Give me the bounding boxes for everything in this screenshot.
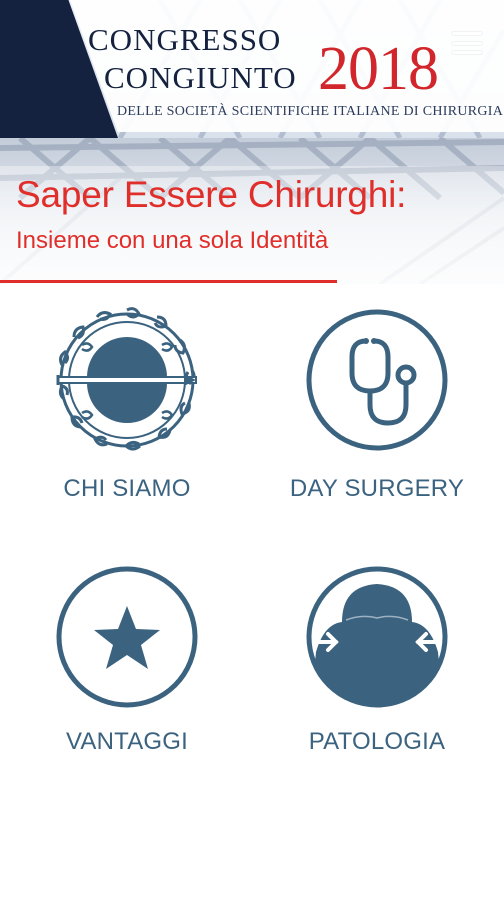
menu-bar — [452, 41, 482, 45]
tile-vantaggi-label: VANTAGGI — [65, 728, 189, 755]
star-icon — [52, 562, 202, 712]
congress-title-line2: CONGIUNTO — [104, 60, 297, 95]
tile-patologia-label: PATOLOGIA — [308, 728, 446, 755]
tile-patologia[interactable]: PATOLOGIA — [254, 562, 484, 782]
red-divider — [0, 280, 337, 283]
menu-bar — [452, 51, 482, 54]
tile-vantaggi[interactable]: VANTAGGI — [4, 562, 234, 782]
tile-chi-siamo[interactable]: CHI SIAMO — [4, 305, 234, 525]
tile-chi-siamo-label: CHI SIAMO — [63, 475, 191, 502]
torso-arrows-icon — [302, 562, 452, 712]
society-emblem-icon — [52, 305, 202, 455]
tile-day-surgery-label: DAY SURGERY — [289, 475, 465, 502]
slogan-subheadline: Insieme con una sola Identità — [16, 227, 329, 254]
app-header: CONGRESSO CONGIUNTO 2018 DELLE SOCIETÀ S… — [0, 0, 504, 138]
congress-title-line1: CONGRESSO — [88, 22, 282, 57]
congress-year: 2018 — [318, 35, 439, 103]
tile-day-surgery[interactable]: DAY SURGERY — [254, 305, 484, 525]
congress-subtitle: DELLE SOCIETÀ SCIENTIFICHE ITALIANE DI C… — [117, 104, 504, 119]
slogan-headline: Saper Essere Chirurghi: — [16, 174, 407, 215]
stethoscope-icon — [302, 305, 452, 455]
hamburger-menu-icon[interactable] — [452, 30, 482, 56]
menu-bar — [452, 32, 482, 35]
